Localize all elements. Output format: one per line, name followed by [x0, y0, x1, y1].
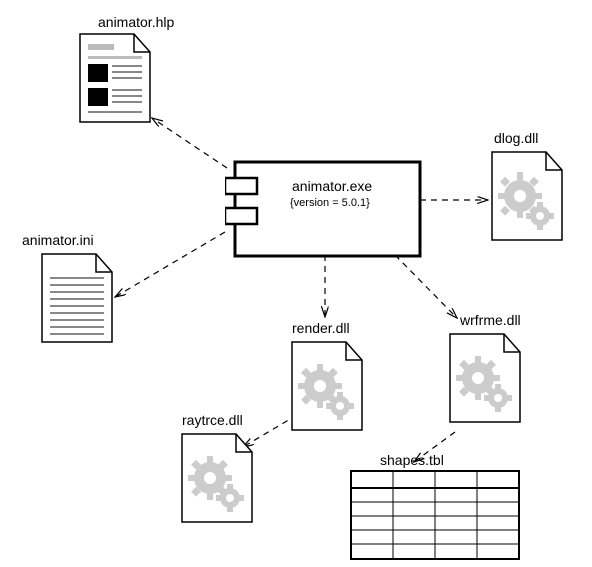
table-icon-shapes — [350, 470, 520, 567]
file-icon-help-document — [78, 32, 152, 129]
artifact-label-help: animator.hlp — [98, 14, 174, 30]
component-version-label: {version = 5.0.1} — [290, 197, 370, 209]
artifact-label-render: render.dll — [292, 320, 350, 336]
component-animator-exe — [225, 160, 425, 265]
file-icon-dll-dlog — [490, 150, 564, 247]
artifact-label-dlog: dlog.dll — [494, 130, 538, 146]
artifact-label-shapes: shapes.tbl — [380, 452, 444, 468]
file-icon-dll-raytrce — [180, 432, 254, 529]
artifact-label-ini: animator.ini — [22, 232, 94, 248]
artifact-label-wrfrme: wrfrme.dll — [460, 312, 521, 328]
file-icon-ini-document — [40, 252, 114, 349]
artifact-label-raytrce: raytrce.dll — [182, 412, 243, 428]
component-name-label: animator.exe — [292, 178, 372, 194]
file-icon-dll-wrfrme — [448, 332, 522, 429]
file-icon-dll-render — [290, 340, 364, 437]
